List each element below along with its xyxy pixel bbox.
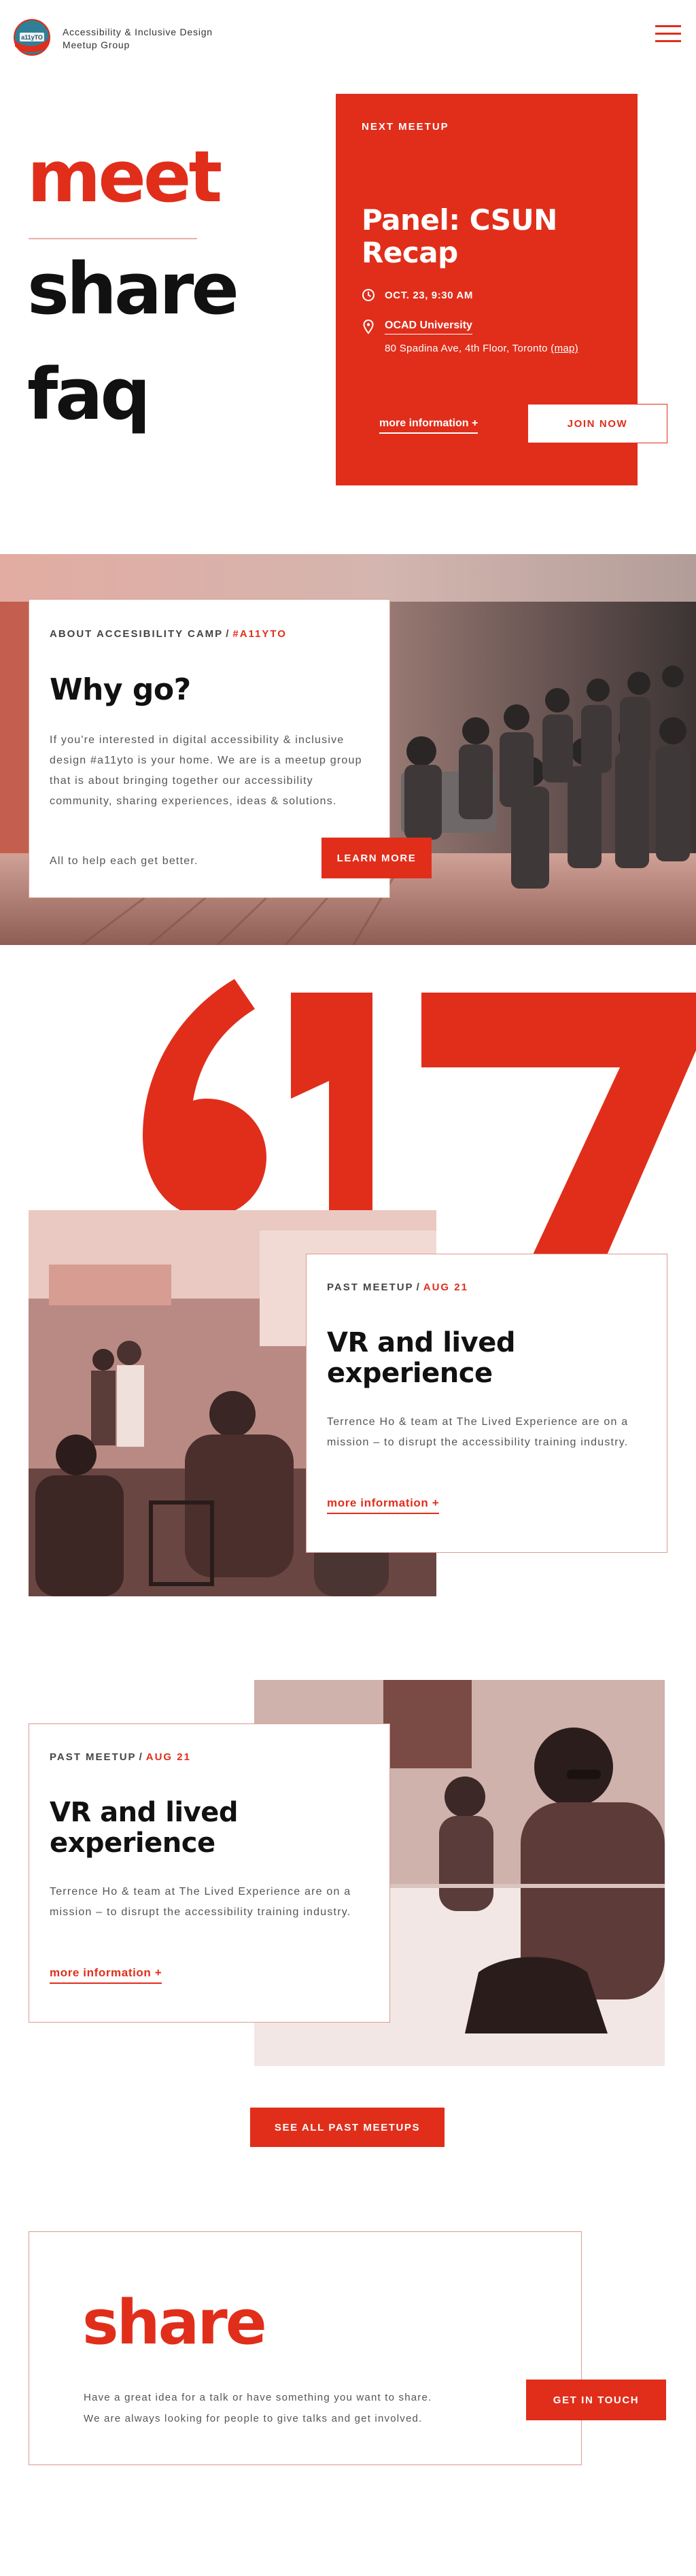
past-meetup-1-date: AUG 21	[423, 1282, 468, 1293]
share-body: Have a great idea for a talk or have som…	[84, 2387, 505, 2429]
hero-word-faq[interactable]: faq	[27, 354, 151, 435]
site-title[interactable]: Accessibility & Inclusive Design Meetup …	[63, 26, 213, 52]
next-meetup-address: 80 Spadina Ave, 4th Floor, Toronto	[385, 343, 548, 354]
about-eyebrow-tag: #A11YTO	[232, 628, 287, 640]
next-meetup-address-line: 80 Spadina Ave, 4th Floor, Toronto (map)	[385, 343, 578, 354]
next-meetup-title-line1: Panel: CSUN	[362, 203, 557, 237]
past-meetup-1-eyebrow: PAST MEETUP / AUG 21	[327, 1282, 468, 1293]
next-meetup-title-line2: Recap	[362, 236, 458, 269]
about-title: Why go?	[50, 672, 191, 707]
site-logo[interactable]: a11yTO	[12, 18, 52, 57]
learn-more-button[interactable]: LEARN MORE	[321, 838, 432, 878]
past-meetup-2-eyebrow: PAST MEETUP / AUG 21	[50, 1751, 191, 1763]
share-section: share Have a great idea for a talk or ha…	[29, 2231, 582, 2465]
past-meetup-1-title-line2: experience	[327, 1357, 493, 1389]
past-meetup-2-card: PAST MEETUP / AUG 21 VR and lived experien…	[29, 1723, 390, 2023]
past-meetup-2-title[interactable]: VR and lived experience	[50, 1798, 238, 1859]
past-meetup-1-eyebrow-separator: /	[416, 1282, 421, 1293]
past-meetup-1-card: PAST MEETUP / AUG 21 VR and lived experien…	[306, 1254, 667, 1553]
share-body-line2: We are always looking for people to give…	[84, 2413, 423, 2424]
share-body-line1: Have a great idea for a talk or have som…	[84, 2392, 432, 2403]
next-meetup-eyebrow: NEXT MEETUP	[362, 121, 449, 133]
site-title-line1: Accessibility & Inclusive Design	[63, 27, 213, 37]
site-title-line2: Meetup Group	[63, 39, 130, 50]
about-eyebrow-label: ABOUT ACCESIBILITY CAMP	[50, 628, 224, 640]
get-in-touch-button[interactable]: GET IN TOUCH	[526, 2380, 666, 2420]
past-meetup-1-eyebrow-label: PAST MEETUP	[327, 1282, 414, 1293]
hero-word-meet[interactable]: meet	[27, 136, 222, 218]
next-meetup-venue[interactable]: OCAD University	[385, 320, 472, 334]
hero-word-underline	[29, 238, 197, 239]
about-section: ABOUT ACCESIBILITY CAMP / #A11YTO Why go? …	[0, 554, 696, 945]
about-eyebrow-separator: /	[226, 628, 230, 640]
past-meetup-1-title-line1: VR and lived	[327, 1327, 515, 1358]
past-meetup-1-more-info-link[interactable]: more information +	[327, 1496, 440, 1514]
past-meetup-2-body: Terrence Ho & team at The Lived Experien…	[50, 1886, 351, 1918]
logo-badge-text: a11yTO	[21, 34, 43, 41]
about-eyebrow: ABOUT ACCESIBILITY CAMP / #A11YTO	[50, 628, 287, 640]
next-meetup-more-info-link[interactable]: more information +	[379, 417, 478, 434]
hero-word-share[interactable]: share	[27, 248, 239, 330]
about-card: ABOUT ACCESIBILITY CAMP / #A11YTO Why go? …	[29, 599, 432, 898]
past-meetup-2-more-info-link[interactable]: more information +	[50, 1966, 162, 1984]
map-pin-icon	[363, 319, 374, 334]
past-meetup-2-title-line1: VR and lived	[50, 1797, 238, 1828]
past-meetup-2-date: AUG 21	[145, 1751, 191, 1763]
past-meetup-2-eyebrow-label: PAST MEETUP	[50, 1751, 137, 1763]
next-meetup-card: NEXT MEETUP Panel: CSUN Recap OCT. 23, 9…	[336, 94, 667, 485]
past-meetup-section-2: PAST MEETUP / AUG 21 VR and lived experien…	[0, 1676, 696, 2070]
past-meetup-1-title[interactable]: VR and lived experience	[327, 1328, 515, 1389]
past-meetup-2-title-line2: experience	[50, 1827, 215, 1859]
see-all-past-meetups-button[interactable]: SEE ALL PAST MEETUPS	[250, 2108, 445, 2147]
about-body-2: All to help each get better.	[50, 855, 198, 867]
map-link[interactable]: (map)	[551, 343, 578, 354]
next-meetup-datetime: OCT. 23, 9:30 AM	[385, 290, 473, 301]
past-meetup-2-eyebrow-separator: /	[139, 1751, 143, 1763]
about-body: If you're interested in digital accessib…	[50, 734, 362, 807]
join-now-button[interactable]: JOIN NOW	[527, 404, 667, 443]
past-meetup-section-1: PAST MEETUP / AUG 21 VR and lived experien…	[0, 938, 696, 1604]
hamburger-menu-icon[interactable]	[655, 23, 681, 44]
past-meetup-1-body: Terrence Ho & team at The Lived Experien…	[327, 1416, 629, 1448]
share-title: share	[82, 2287, 267, 2358]
clock-icon	[362, 288, 375, 302]
next-meetup-title[interactable]: Panel: CSUN Recap	[362, 204, 557, 269]
